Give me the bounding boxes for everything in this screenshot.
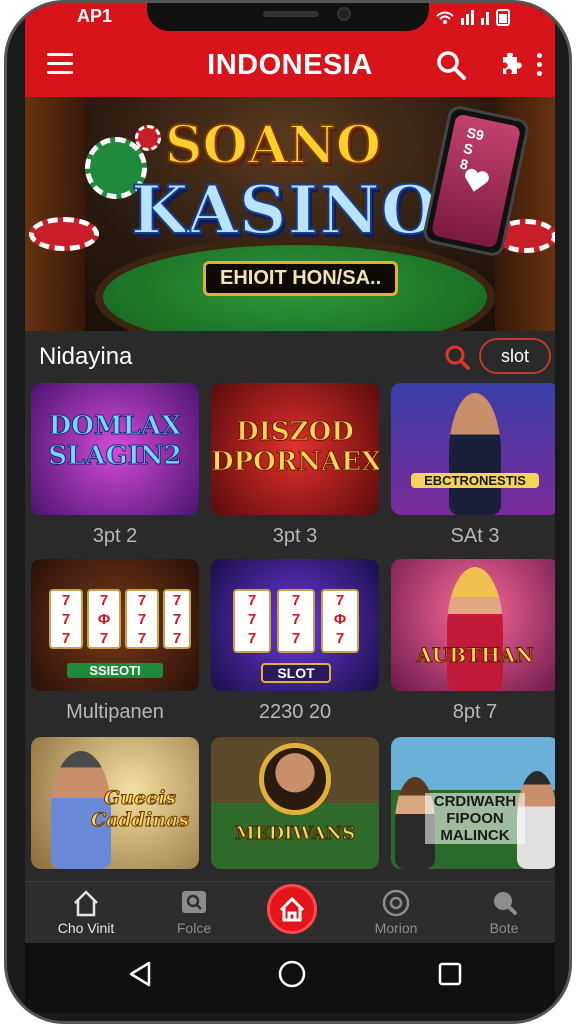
more-vertical-icon[interactable] (537, 53, 545, 81)
tab-label: Folce (176, 920, 212, 936)
game-card[interactable]: AUBTHAN 8pt 7 (391, 559, 555, 724)
section-header: Nidayina slot (25, 331, 555, 383)
game-caption: Multipanen (66, 701, 164, 723)
filter-chip-slot[interactable]: slot (479, 338, 551, 374)
signal-icon (436, 9, 510, 26)
chip-icon (135, 125, 161, 151)
bottom-tab-bar: Cho Vinit Folce Morion Bote (25, 881, 555, 943)
carrier-label: AP1 (77, 6, 113, 26)
chip-icon (29, 217, 99, 251)
game-art-text: CRDIWARH FIPOON MALINCK (425, 793, 525, 844)
game-thumbnail: MEDIWANS (211, 737, 379, 869)
back-icon[interactable] (125, 959, 155, 989)
banner-title-line1: SOANO (164, 114, 382, 177)
promo-banner[interactable]: SOANO KASINO EHIOIT HON/SA.. S9 S 8 (25, 97, 555, 331)
game-caption: 2230 20 (258, 701, 332, 723)
game-thumbnail: 777 777 7Φ7 SLOT (211, 559, 379, 691)
home-outline-icon (74, 890, 98, 917)
home-circle-icon[interactable] (277, 959, 307, 989)
game-art-text: DOMLAX SLAGIN2 (48, 411, 182, 472)
search-box-icon (182, 891, 206, 913)
game-art-text: AUBTHAN (416, 643, 534, 668)
game-art-text: Gueeis Caddinas (90, 787, 190, 832)
game-card[interactable]: MEDIWANS (211, 737, 379, 869)
tab-folce[interactable]: Folce (149, 888, 239, 936)
game-thumbnail: 777 7Φ7 777 777 SSIEOTI (31, 559, 199, 691)
game-card[interactable]: 777 777 7Φ7 SLOT 2230 20 (211, 559, 379, 724)
app-screen: AP1 INDONESIA SOANO KASINO EHIOIT HON/SA… (25, 3, 555, 1013)
tab-label: Bote (489, 920, 519, 936)
search-icon[interactable] (435, 49, 467, 81)
tab-morion[interactable]: Morion (351, 888, 441, 936)
game-card[interactable]: EBCTRONESTIS SAt 3 (391, 383, 555, 548)
host-person-image (447, 567, 503, 691)
home-icon (279, 896, 305, 922)
banner-title-line2: KASINO (130, 170, 440, 250)
status-icons (435, 8, 513, 29)
game-card[interactable]: CRDIWARH FIPOON MALINCK (391, 737, 555, 869)
game-caption: 8pt 7 (452, 701, 498, 723)
game-thumbnail: AUBTHAN (391, 559, 555, 691)
notch (147, 3, 429, 31)
game-art-text: EBCTRONESTIS (411, 473, 539, 488)
game-art-text: SLOT (261, 663, 331, 683)
game-thumbnail: DISZOD DPORNAEX (211, 383, 379, 515)
search-icon[interactable] (443, 343, 471, 371)
game-card[interactable]: 777 7Φ7 777 777 SSIEOTI Multipanen (31, 559, 199, 724)
game-thumbnail: EBCTRONESTIS (391, 383, 555, 515)
game-thumbnail: CRDIWARH FIPOON MALINCK (391, 737, 555, 869)
puzzle-icon[interactable] (495, 53, 523, 81)
game-thumbnail: DOMLAX SLAGIN2 (31, 383, 199, 515)
game-caption: SAt 3 (450, 525, 500, 547)
phone-frame: AP1 INDONESIA SOANO KASINO EHIOIT HON/SA… (4, 0, 572, 1024)
game-card[interactable]: DOMLAX SLAGIN2 3pt 2 (31, 383, 199, 548)
heart-icon (465, 168, 489, 192)
game-art-text: MEDIWANS (234, 823, 356, 845)
banner-tagline: EHIOIT HON/SA.. (203, 261, 399, 296)
game-caption: 3pt 3 (272, 525, 318, 547)
system-nav-bar (25, 943, 555, 1013)
tab-label: Morion (374, 920, 418, 936)
tab-bote[interactable]: Bote (459, 888, 549, 936)
game-thumbnail: Gueeis Caddinas (31, 737, 199, 869)
game-card[interactable]: Gueeis Caddinas (31, 737, 199, 869)
search-icon (494, 892, 517, 915)
game-caption: 3pt 2 (92, 525, 138, 547)
section-label: Nidayina (39, 343, 133, 370)
game-card[interactable]: DISZOD DPORNAEX 3pt 3 (211, 383, 379, 548)
page-title: INDONESIA (207, 49, 373, 81)
host-person-image (449, 393, 501, 515)
host-portrait-image (259, 743, 331, 815)
tab-label: Cho Vinit (57, 920, 115, 936)
home-fab-button[interactable] (267, 884, 317, 934)
camera-icon (382, 889, 410, 917)
game-art-text: SSIEOTI (67, 663, 163, 678)
tab-home[interactable]: Cho Vinit (41, 888, 131, 936)
game-art-text: DISZOD DPORNAEX (211, 417, 379, 478)
recents-icon[interactable] (435, 959, 465, 989)
app-header: INDONESIA (25, 33, 555, 97)
